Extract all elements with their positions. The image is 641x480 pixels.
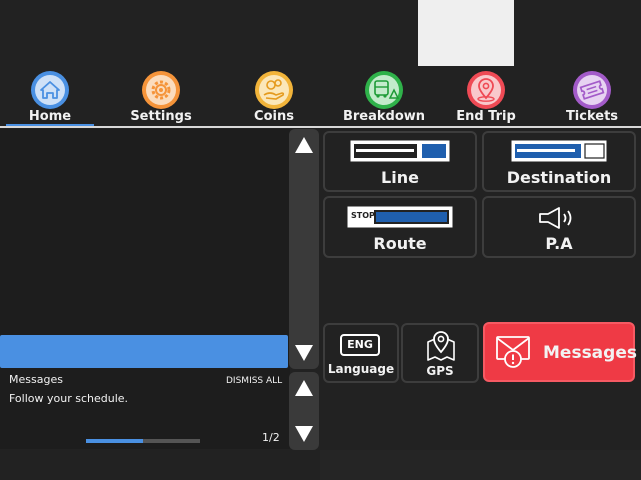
pa-label: P.A [545,234,573,253]
line-label: Line [381,168,419,187]
nav-label-home: Home [28,109,72,124]
nav-divider [0,126,641,128]
language-code: ENG [347,338,373,351]
bus-warning-icon [364,70,404,110]
line-button[interactable]: Line [323,131,477,192]
destination-button[interactable]: Destination [482,131,636,192]
ticket-icon [572,70,612,110]
message-highlight-bar[interactable] [0,335,288,368]
nav-label-settings: Settings [130,109,192,124]
status-window [418,0,514,66]
stop-sign-icon: STOP [347,206,453,228]
stop-label: STOP [351,211,375,220]
gps-map-icon [425,328,457,362]
dismiss-all-button[interactable]: DISMISS ALL [226,376,282,386]
gear-icon [141,70,181,110]
gps-button[interactable]: GPS [401,323,479,383]
language-label: Language [327,362,395,376]
messages-heading: Messages [9,373,63,386]
message-page-indicator: 1/2 [262,431,280,444]
home-icon [30,70,70,110]
message-text: Follow your schedule. [9,392,129,405]
mail-alert-icon [495,334,535,370]
next-message-button[interactable] [294,425,314,443]
speaker-icon [537,205,581,231]
gps-label: GPS [426,364,454,378]
list-scroll-column [289,129,319,369]
message-progress-bar [86,439,200,443]
nav-item-end-trip[interactable]: End Trip [431,68,541,126]
scroll-up-button[interactable] [294,136,314,154]
message-progress-fill [86,439,143,443]
nav-item-coins[interactable]: Coins [219,68,329,126]
top-nav: Home Settings Coins Breakdown End Trip T… [0,66,641,126]
nav-item-breakdown[interactable]: Breakdown [329,68,439,126]
nav-label-end-trip: End Trip [456,109,516,124]
driver-console-screen: Home Settings Coins Breakdown End Trip T… [0,0,641,480]
map-pin-icon [466,70,506,110]
language-icon: ENG [340,334,380,356]
nav-label-breakdown: Breakdown [342,109,426,124]
nav-item-tickets[interactable]: Tickets [537,68,641,126]
destination-sign-icon [511,140,607,162]
nav-item-home[interactable]: Home [0,68,105,126]
nav-label-coins: Coins [254,109,294,124]
nav-label-tickets: Tickets [565,109,619,124]
prev-message-button[interactable] [294,379,314,397]
destination-label: Destination [506,168,612,187]
messages-label: Messages [543,343,637,363]
pa-button[interactable]: P.A [482,196,636,258]
messages-button[interactable]: Messages [483,322,637,382]
message-nav-column [289,372,319,450]
route-button[interactable]: STOP Route [323,196,477,258]
route-label: Route [373,234,427,253]
nav-item-settings[interactable]: Settings [106,68,216,126]
language-button[interactable]: ENG Language [323,323,399,383]
bottom-strip [320,450,641,480]
line-sign-icon [350,140,450,162]
scroll-down-button[interactable] [294,344,314,362]
coins-icon [254,70,294,110]
